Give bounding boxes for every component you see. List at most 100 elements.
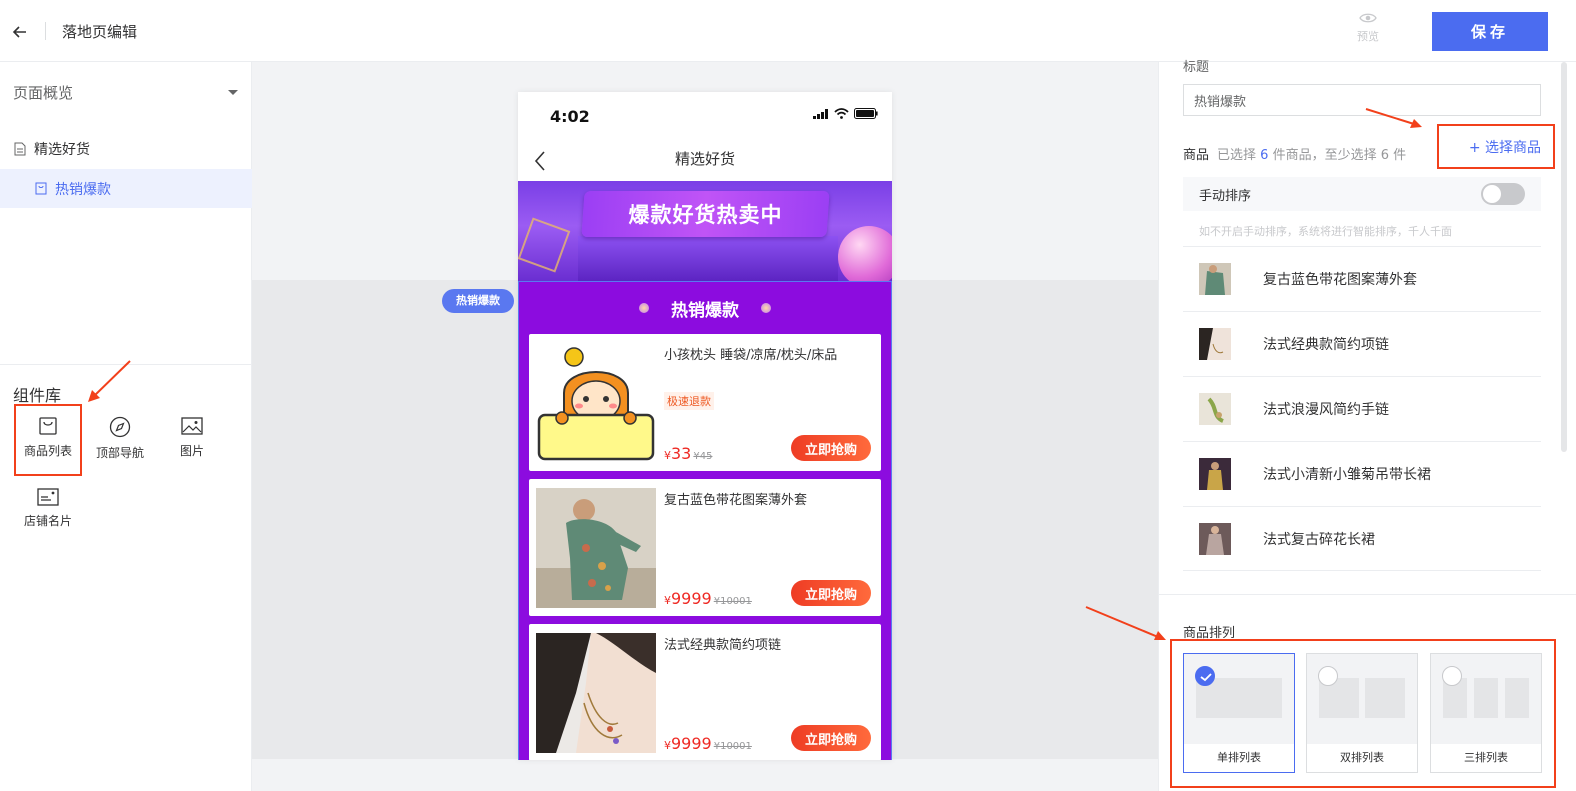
goods-label: 商品 bbox=[1183, 148, 1210, 163]
top-header: 落地页编辑 预览 保存 bbox=[0, 0, 1576, 62]
editor-canvas: 热销爆款 4:02 精选好货 爆款好货热卖中 热销爆款 小孩枕头 睡袋/凉席/枕… bbox=[252, 62, 1158, 791]
scrollbar[interactable] bbox=[1561, 62, 1567, 452]
goods-hint-prefix: 已选择 bbox=[1217, 148, 1257, 163]
promo-banner: 爆款好货热卖中 bbox=[518, 181, 892, 281]
goods-summary: 商品 已选择 6 件商品，至少选择 6 件 bbox=[1183, 144, 1406, 163]
price-value: 33 bbox=[671, 444, 692, 463]
preview-label: 预览 bbox=[1357, 30, 1379, 43]
preview-button[interactable]: 预览 bbox=[1348, 12, 1388, 44]
wifi-icon bbox=[834, 108, 849, 119]
section-header: 热销爆款 bbox=[519, 282, 891, 334]
page-item-hot-sale[interactable]: 热销爆款 bbox=[0, 169, 252, 208]
back-arrow-icon[interactable] bbox=[10, 22, 30, 42]
product-thumbnail bbox=[536, 488, 656, 608]
component-library-title: 组件库 bbox=[13, 386, 62, 405]
status-time: 4:02 bbox=[550, 107, 590, 126]
title-input[interactable] bbox=[1183, 84, 1541, 116]
goods-name: 法式浪漫风简约手链 bbox=[1263, 402, 1389, 418]
list-item[interactable]: 法式复古碎花长裙 bbox=[1183, 506, 1541, 571]
product-price: ¥33 ¥45 bbox=[664, 444, 712, 463]
annotation-arrow-icon bbox=[1085, 606, 1166, 640]
layout-preview bbox=[1184, 654, 1294, 744]
status-bar: 4:02 bbox=[518, 92, 892, 138]
hot-sale-section[interactable]: 热销爆款 小孩枕头 睡袋/凉席/枕头/床品 极速退款 ¥33 ¥45 立即抢购 … bbox=[518, 281, 892, 760]
radio-icon bbox=[1442, 666, 1462, 686]
fast-refund-badge: 极速退款 bbox=[664, 392, 714, 410]
manual-sort-toggle[interactable] bbox=[1481, 183, 1525, 205]
document-icon bbox=[14, 142, 26, 155]
component-shop-card[interactable]: 店铺名片 bbox=[14, 476, 82, 548]
section-divider bbox=[1159, 594, 1576, 595]
goods-hint-suffix: 件商品，至少选择 6 件 bbox=[1272, 148, 1407, 163]
page-overview-toggle[interactable]: 页面概览 bbox=[13, 82, 238, 103]
goods-name: 法式小清新小雏菊吊带长裙 bbox=[1263, 467, 1431, 483]
caret-down-icon bbox=[228, 90, 238, 95]
price-value: 9999 bbox=[671, 589, 712, 608]
layout-preview bbox=[1307, 654, 1417, 744]
layout-label: 单排列表 bbox=[1184, 744, 1294, 772]
goods-name: 法式经典款简约项链 bbox=[1263, 337, 1389, 353]
buy-now-button[interactable]: 立即抢购 bbox=[791, 580, 871, 606]
save-button[interactable]: 保存 bbox=[1432, 12, 1548, 51]
page-item-label: 精选好货 bbox=[34, 141, 90, 158]
component-image[interactable]: 图片 bbox=[158, 404, 226, 476]
radio-icon bbox=[1318, 666, 1338, 686]
phone-nav-title: 精选好货 bbox=[674, 150, 735, 168]
layout-label: 三排列表 bbox=[1431, 744, 1541, 772]
product-card[interactable]: 小孩枕头 睡袋/凉席/枕头/床品 极速退款 ¥33 ¥45 立即抢购 bbox=[529, 334, 881, 471]
product-name: 小孩枕头 睡袋/凉席/枕头/床品 bbox=[664, 348, 838, 363]
buy-now-button[interactable]: 立即抢购 bbox=[791, 725, 871, 751]
banner-text: 爆款好货热卖中 bbox=[628, 203, 783, 227]
header-divider bbox=[45, 22, 46, 40]
product-name: 复古蓝色带花图案薄外套 bbox=[664, 493, 808, 508]
eye-icon bbox=[1359, 13, 1377, 23]
layout-option-single[interactable]: 单排列表 bbox=[1183, 653, 1295, 773]
title-field-label: 标题 bbox=[1183, 60, 1210, 75]
overview-label: 页面概览 bbox=[13, 84, 74, 102]
layout-option-double[interactable]: 双排列表 bbox=[1306, 653, 1418, 773]
product-thumbnail bbox=[1199, 328, 1231, 360]
manual-sort-row: 手动排序 bbox=[1183, 177, 1541, 211]
phone-preview: 4:02 精选好货 爆款好货热卖中 热销爆款 小孩枕头 睡袋/凉席/枕头/床品 … bbox=[518, 92, 892, 760]
goods-count: 6 bbox=[1260, 148, 1269, 163]
list-item[interactable]: 法式经典款简约项链 bbox=[1183, 311, 1541, 376]
annotation-arrow-icon bbox=[1365, 108, 1422, 128]
layout-preview bbox=[1431, 654, 1541, 744]
settings-panel: 标题 商品已选择 6 件商品，至少选择 6 件 + 选择商品 手动排序 如不开启… bbox=[1158, 60, 1576, 791]
layout-option-triple[interactable]: 三排列表 bbox=[1430, 653, 1542, 773]
list-item[interactable]: 法式小清新小雏菊吊带长裙 bbox=[1183, 441, 1541, 506]
product-thumbnail bbox=[1199, 263, 1231, 295]
list-item[interactable]: 复古蓝色带花图案薄外套 bbox=[1183, 246, 1541, 311]
annotation-arrow-icon bbox=[88, 360, 131, 402]
chevron-left-icon[interactable] bbox=[534, 151, 546, 171]
original-price: ¥10001 bbox=[713, 596, 752, 607]
original-price: ¥10001 bbox=[713, 741, 752, 752]
product-card[interactable]: 法式经典款简约项链 ¥9999 ¥10001 立即抢购 bbox=[529, 624, 881, 760]
product-thumbnail bbox=[1199, 393, 1231, 425]
list-item[interactable]: 法式浪漫风简约手链 bbox=[1183, 376, 1541, 441]
bag-icon bbox=[35, 182, 47, 195]
product-thumbnail bbox=[536, 633, 656, 753]
battery-icon bbox=[854, 108, 878, 119]
card-icon bbox=[37, 488, 59, 506]
product-price: ¥9999 ¥10001 bbox=[664, 734, 752, 753]
phone-nav-bar: 精选好货 bbox=[518, 138, 892, 181]
component-product-list[interactable]: 商品列表 bbox=[14, 404, 82, 476]
price-value: 9999 bbox=[671, 734, 712, 753]
buy-now-button[interactable]: 立即抢购 bbox=[791, 435, 871, 461]
signal-icon bbox=[813, 108, 828, 119]
product-card[interactable]: 复古蓝色带花图案薄外套 ¥9999 ¥10001 立即抢购 bbox=[529, 479, 881, 616]
selected-goods-list: 复古蓝色带花图案薄外套 法式经典款简约项链 法式浪漫风简约手链 法式小清新小雏菊… bbox=[1183, 246, 1541, 571]
component-label: 店铺名片 bbox=[23, 514, 72, 528]
currency-symbol: ¥ bbox=[664, 449, 671, 462]
section-tag[interactable]: 热销爆款 bbox=[442, 289, 514, 313]
select-goods-button[interactable]: + 选择商品 bbox=[1437, 124, 1555, 169]
currency-symbol: ¥ bbox=[664, 739, 671, 752]
product-thumbnail bbox=[536, 343, 656, 463]
ball-decoration bbox=[838, 226, 892, 281]
component-top-nav[interactable]: 顶部导航 bbox=[86, 404, 154, 476]
checked-radio-icon bbox=[1195, 666, 1215, 686]
status-icons bbox=[813, 108, 878, 119]
page-item-featured[interactable]: 精选好货 bbox=[0, 129, 252, 168]
product-thumbnail bbox=[1199, 522, 1231, 555]
